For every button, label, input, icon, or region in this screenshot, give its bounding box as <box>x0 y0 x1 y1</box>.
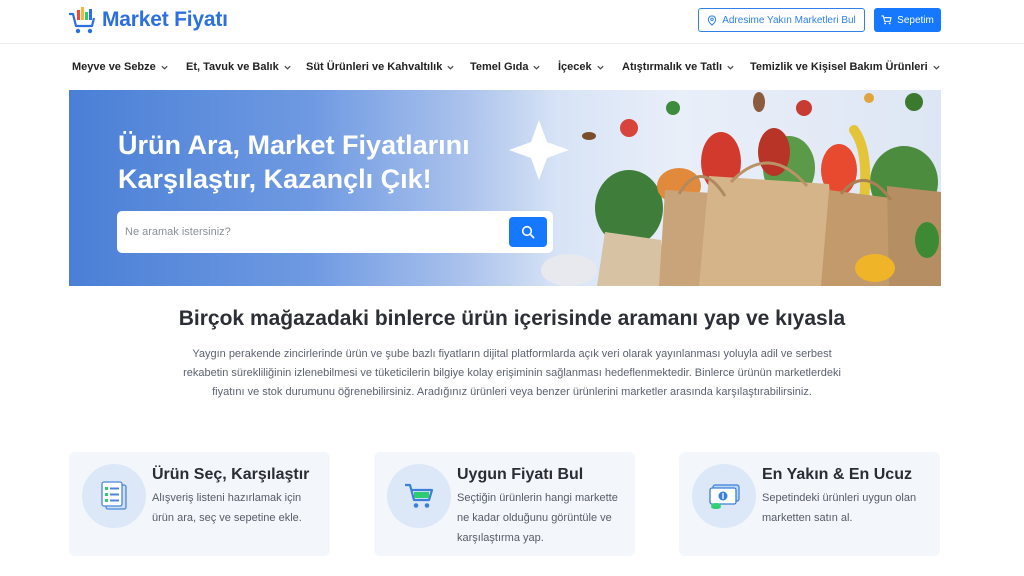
feature-card-compare: Ürün Seç, Karşılaştır Alışveriş listeni … <box>69 452 330 556</box>
nav-item-dairy-breakfast[interactable]: Süt Ürünleri ve Kahvaltılık <box>306 61 455 73</box>
hero-title-line1: Ürün Ara, Market Fiyatlarını <box>118 130 470 160</box>
chevron-down-icon <box>161 65 168 70</box>
nav-item-label: İçecek <box>558 61 592 73</box>
chevron-down-icon <box>447 65 454 70</box>
nav-item-staple-food[interactable]: Temel Gıda <box>470 61 541 73</box>
nav-item-label: Atıştırmalık ve Tatlı <box>622 61 723 73</box>
hero-title-line2: Karşılaştır, Kazançlı Çık! <box>118 164 432 194</box>
nav-item-label: Meyve ve Sebze <box>72 61 156 73</box>
card-icon-wrap <box>692 464 756 528</box>
feature-text: Alışveriş listeni hazırlamak için ürün a… <box>152 492 302 524</box>
card-icon-wrap <box>82 464 146 528</box>
feature-card-best-price: Uygun Fiyatı Bul Seçtiğin ürünlerin hang… <box>374 452 635 556</box>
nav-item-cleaning-personal-care[interactable]: Temizlik ve Kişisel Bakım Ürünleri <box>750 61 941 73</box>
cart-logo-icon <box>69 7 96 34</box>
nav-item-snacks-sweets[interactable]: Atıştırmalık ve Tatlı <box>622 61 735 73</box>
nav-item-label: Et, Tavuk ve Balık <box>186 61 279 73</box>
nav-item-fruits-vegetables[interactable]: Meyve ve Sebze <box>72 61 169 73</box>
intro-title: Birçok mağazadaki binlerce ürün içerisin… <box>178 307 846 330</box>
money-icon <box>709 484 740 509</box>
card-icon-wrap <box>387 464 451 528</box>
nav-item-beverages[interactable]: İçecek <box>558 61 605 73</box>
logo-text: Market Fiyatı <box>102 8 228 31</box>
feature-card-nearest-cheapest: En Yakın & En Ucuz Sepetindeki ürünleri … <box>679 452 940 556</box>
hero-title: Ürün Ara, Market Fiyatlarını Karşılaştır… <box>118 128 538 196</box>
feature-text: Sepetindeki ürünleri uygun olan markette… <box>762 492 917 524</box>
nav-item-meat-chicken-fish[interactable]: Et, Tavuk ve Balık <box>186 61 292 73</box>
intro-description: Yaygın perakende zincirlerinde ürün ve ş… <box>183 348 841 398</box>
chevron-down-icon <box>597 65 604 70</box>
cart-icon <box>881 15 892 25</box>
location-pin-icon <box>708 14 717 26</box>
search-button[interactable] <box>509 217 547 247</box>
my-cart-label: Sepetim <box>897 14 934 26</box>
nav-item-label: Süt Ürünleri ve Kahvaltılık <box>306 61 443 73</box>
chevron-down-icon <box>533 65 541 70</box>
nav-item-label: Temizlik ve Kişisel Bakım Ürünleri <box>750 61 928 73</box>
feature-text: Seçtiğin ürünlerin hangi markette ne kad… <box>457 492 618 544</box>
site-header: Market Fiyatı Adresime Yakın Marketleri … <box>0 0 1024 44</box>
my-cart-button[interactable]: Sepetim <box>874 8 941 32</box>
feature-title: Uygun Fiyatı Bul <box>457 466 584 483</box>
chevron-down-icon <box>284 65 291 70</box>
feature-title: Ürün Seç, Karşılaştır <box>152 466 310 483</box>
logo[interactable]: Market Fiyatı <box>68 5 228 35</box>
search-icon <box>521 225 535 239</box>
feature-title: En Yakın & En Ucuz <box>762 466 912 483</box>
find-nearby-markets-label: Adresime Yakın Marketleri Bul <box>722 14 856 26</box>
find-nearby-markets-button[interactable]: Adresime Yakın Marketleri Bul <box>698 8 865 32</box>
nav-item-label: Temel Gıda <box>470 61 529 73</box>
cart-icon <box>405 483 434 508</box>
chevron-down-icon <box>727 65 734 70</box>
chevron-down-icon <box>933 65 940 70</box>
search-input[interactable] <box>125 219 495 245</box>
search-box <box>117 211 553 253</box>
category-nav: Meyve ve Sebze Et, Tavuk ve Balık Süt Ür… <box>0 44 1024 90</box>
hero-banner: Ürün Ara, Market Fiyatlarını Karşılaştır… <box>69 90 941 286</box>
checklist-icon <box>101 481 127 510</box>
